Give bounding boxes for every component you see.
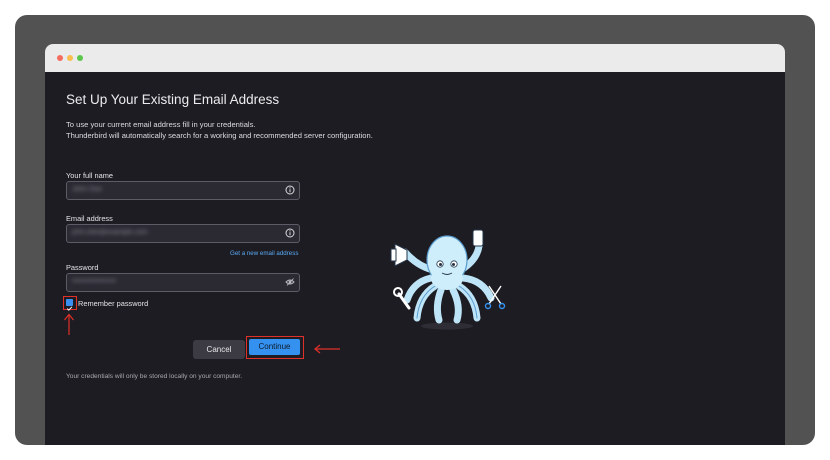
left-arrow-icon: [314, 344, 340, 354]
app-window: Set Up Your Existing Email Address To us…: [45, 44, 785, 445]
password-input[interactable]: ••••••••••••••••••: [66, 273, 300, 292]
email-input[interactable]: john.doe@example.com: [66, 224, 300, 243]
info-icon[interactable]: [285, 228, 295, 238]
checkmark-icon: [66, 306, 73, 311]
cancel-button[interactable]: Cancel: [193, 340, 245, 359]
octopus-mascot-icon: [390, 229, 506, 330]
password-value: ••••••••••••••••••: [72, 278, 117, 285]
email-label: Email address: [66, 214, 113, 223]
full-name-input[interactable]: John Doe: [66, 181, 300, 200]
outer-frame: Set Up Your Existing Email Address To us…: [15, 15, 815, 445]
maximize-icon[interactable]: [77, 55, 83, 61]
intro-text-line-2: Thunderbird will automatically search fo…: [66, 131, 373, 140]
remember-password-checkbox[interactable]: [66, 299, 73, 311]
eye-slash-icon[interactable]: [285, 277, 295, 287]
continue-button-highlight: Continue: [246, 336, 304, 359]
page-title: Set Up Your Existing Email Address: [66, 92, 280, 107]
full-name-value: John Doe: [72, 186, 102, 193]
title-bar: [45, 44, 785, 72]
full-name-label: Your full name: [66, 171, 113, 180]
account-setup-panel: Set Up Your Existing Email Address To us…: [45, 72, 785, 445]
continue-button[interactable]: Continue: [249, 339, 300, 355]
footer-note: Your credentials will only be stored loc…: [66, 373, 243, 380]
get-new-email-link[interactable]: Get a new email address: [230, 250, 298, 257]
password-label: Password: [66, 263, 99, 272]
remember-checkbox-highlight: [63, 296, 77, 311]
email-value: john.doe@example.com: [72, 229, 148, 236]
intro-text-line-1: To use your current email address fill i…: [66, 120, 256, 129]
close-icon[interactable]: [57, 55, 63, 61]
info-icon[interactable]: [285, 185, 295, 195]
up-arrow-icon: [64, 313, 74, 335]
minimize-icon[interactable]: [67, 55, 73, 61]
remember-password-label: Remember password: [78, 299, 149, 308]
